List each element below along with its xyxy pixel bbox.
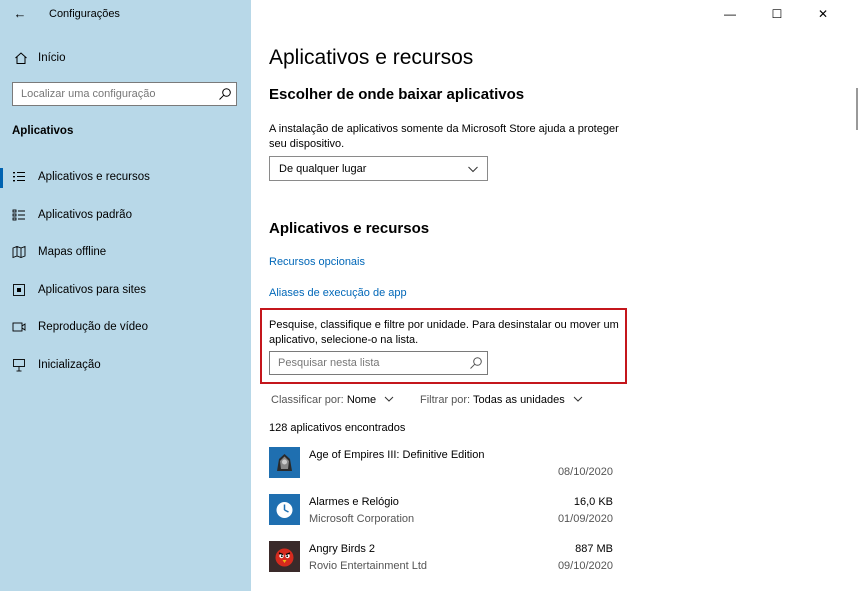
sidebar-item-label: Aplicativos padrão <box>38 208 132 221</box>
apps-features-heading: Aplicativos e recursos <box>269 220 430 237</box>
chevron-down-icon <box>468 166 478 173</box>
install-source-description: A instalação de aplicativos somente da M… <box>269 123 619 150</box>
app-publisher: Rovio Entertainment Ltd <box>309 560 428 572</box>
close-icon: ✕ <box>817 7 829 21</box>
app-list-search-input[interactable] <box>270 352 464 374</box>
optional-features-link[interactable]: Recursos opcionais <box>269 256 365 268</box>
sidebar-item-apps-features[interactable]: Aplicativos e recursos <box>0 160 251 198</box>
age-of-empires-icon <box>269 447 300 478</box>
window-controls: — ☐ ✕ <box>710 0 860 28</box>
map-icon <box>12 245 26 259</box>
settings-search-box <box>12 82 237 106</box>
title-bar: ← Configurações <box>0 0 251 28</box>
dropdown-value: De qualquer lugar <box>279 163 367 175</box>
sidebar-item-label: Mapas offline <box>38 246 107 258</box>
app-size: 16,0 KB <box>573 496 613 508</box>
app-size: 887 MB <box>575 543 613 555</box>
app-list-item[interactable]: Alarmes e Relógio Microsoft Corporation … <box>269 494 613 534</box>
list-search-description: Pesquise, classifique e filtre por unida… <box>269 319 619 346</box>
minimize-icon: — <box>724 7 736 21</box>
sidebar-item-video-playback[interactable]: Reprodução de vídeo <box>0 310 251 348</box>
search-icon[interactable] <box>218 87 232 101</box>
app-publisher: Microsoft Corporation <box>309 513 415 525</box>
sidebar-item-apps-for-websites[interactable]: Aplicativos para sites <box>0 273 251 311</box>
chevron-down-icon <box>573 396 583 402</box>
sidebar-item-home[interactable]: Início <box>0 47 251 71</box>
list-icon <box>13 172 25 182</box>
page-title: Aplicativos e recursos <box>269 46 474 69</box>
sidebar: ← Configurações Início Aplicativos Aplic… <box>0 0 251 591</box>
app-name: Angry Birds 2 <box>309 543 376 555</box>
sort-value: Nome <box>346 394 377 406</box>
sidebar-item-label: Início <box>38 52 66 64</box>
sidebar-section-label: Aplicativos <box>12 125 74 137</box>
sort-by-selector[interactable]: Classificar por: Nome <box>271 394 394 406</box>
search-icon[interactable] <box>469 356 483 370</box>
sidebar-item-offline-maps[interactable]: Mapas offline <box>0 235 251 273</box>
filter-by-selector[interactable]: Filtrar por: Todas as unidades <box>420 394 583 406</box>
minimize-button[interactable]: — <box>720 5 740 23</box>
sidebar-item-label: Aplicativos e recursos <box>38 171 150 183</box>
sort-label: Classificar por: <box>271 394 344 406</box>
app-date: 09/10/2020 <box>557 560 613 572</box>
selected-indicator <box>0 168 3 188</box>
app-list-search-box <box>269 351 488 375</box>
close-button[interactable]: ✕ <box>813 5 833 23</box>
back-button[interactable]: ← <box>10 5 30 23</box>
site-apps-icon <box>13 283 25 296</box>
sidebar-nav: Aplicativos e recursos Aplicativos padrã… <box>0 160 251 385</box>
alarm-clock-icon <box>269 494 300 525</box>
chevron-down-icon <box>384 396 394 402</box>
settings-search-input[interactable] <box>13 83 211 105</box>
window-title: Configurações <box>49 8 120 20</box>
angry-birds-icon <box>269 541 300 572</box>
sidebar-item-startup[interactable]: Inicialização <box>0 348 251 386</box>
sidebar-item-label: Reprodução de vídeo <box>38 321 148 333</box>
maximize-button[interactable]: ☐ <box>767 5 787 23</box>
filter-label: Filtrar por: <box>420 394 471 406</box>
app-name: Age of Empires III: Definitive Edition <box>309 449 485 461</box>
main-content: — ☐ ✕ Aplicativos e recursos Escolher de… <box>251 0 860 591</box>
video-icon <box>12 322 26 332</box>
apps-found-count: 128 aplicativos encontrados <box>269 422 406 434</box>
home-icon <box>15 52 27 64</box>
back-arrow-icon: ← <box>13 6 27 21</box>
sidebar-item-label: Aplicativos para sites <box>38 283 147 296</box>
app-date: 08/10/2020 <box>557 466 613 478</box>
install-source-heading: Escolher de onde baixar aplicativos <box>269 86 525 103</box>
app-execution-aliases-link[interactable]: Aliases de execução de app <box>269 287 407 299</box>
install-source-dropdown[interactable]: De qualquer lugar <box>269 156 488 181</box>
sidebar-item-label: Inicialização <box>38 358 101 371</box>
maximize-icon: ☐ <box>771 7 783 21</box>
app-date: 01/09/2020 <box>557 513 613 525</box>
app-list-item[interactable]: Angry Birds 2 Rovio Entertainment Ltd 88… <box>269 541 613 581</box>
sidebar-item-default-apps[interactable]: Aplicativos padrão <box>0 198 251 236</box>
default-apps-icon <box>12 209 25 220</box>
startup-icon <box>13 358 25 371</box>
scrollbar[interactable] <box>856 88 858 130</box>
app-name: Alarmes e Relógio <box>309 496 399 508</box>
filter-value: Todas as unidades <box>472 394 565 406</box>
app-list-item[interactable]: Age of Empires III: Definitive Edition 0… <box>269 447 613 487</box>
sort-filter-row: Classificar por: Nome Filtrar por: Todas… <box>271 394 671 408</box>
